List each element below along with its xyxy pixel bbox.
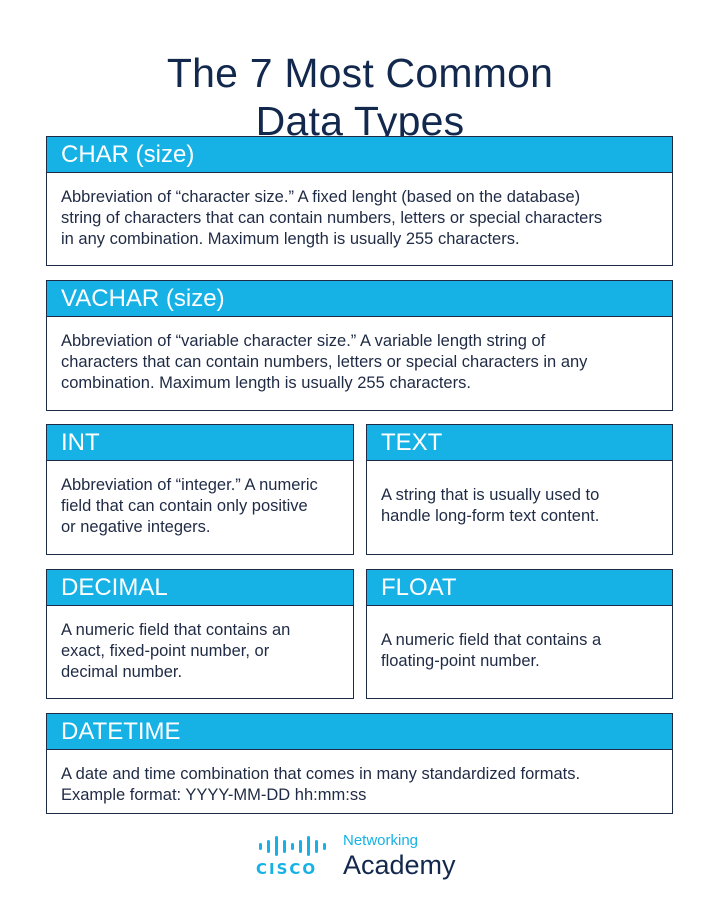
card-int-heading: INT — [47, 425, 353, 461]
card-decimal: DECIMAL A numeric field that contains an… — [46, 569, 354, 699]
card-varchar-description: Abbreviation of “variable character size… — [47, 317, 672, 394]
card-varchar-line: characters that can contain numbers, let… — [61, 353, 588, 371]
card-float-heading: FLOAT — [367, 570, 672, 606]
card-varchar-line: combination. Maximum length is usually 2… — [61, 374, 471, 392]
card-float-line: floating-point number. — [381, 652, 540, 670]
card-float-description: A numeric field that contains a floating… — [367, 606, 672, 696]
card-char: CHAR (size) Abbreviation of “character s… — [46, 136, 673, 266]
card-decimal-line: decimal number. — [61, 663, 183, 681]
card-text-line: handle long-form text content. — [381, 507, 600, 525]
cisco-networking-academy-logo: CISCO Networking Academy — [256, 832, 476, 882]
card-int-line: or negative integers. — [61, 518, 211, 536]
card-decimal-heading: DECIMAL — [47, 570, 353, 606]
card-int: INT Abbreviation of “integer.” A numeric… — [46, 424, 354, 555]
card-float-line: A numeric field that contains a — [381, 631, 602, 649]
page-title: The 7 Most Common Data Types — [0, 49, 720, 145]
card-text-description: A string that is usually used to handle … — [367, 461, 672, 551]
card-decimal-description: A numeric field that contains an exact, … — [47, 606, 353, 683]
card-char-line: Abbreviation of “character size.” A fixe… — [61, 188, 581, 206]
card-char-heading: CHAR (size) — [47, 137, 672, 173]
card-char-line: in any combination. Maximum length is us… — [61, 230, 520, 248]
card-varchar: VACHAR (size) Abbreviation of “variable … — [46, 280, 673, 411]
card-datetime-description: A date and time combination that comes i… — [47, 750, 672, 806]
card-datetime-line: Example format: YYYY-MM-DD hh:mm:ss — [61, 786, 367, 804]
card-float: FLOAT A numeric field that contains a fl… — [366, 569, 673, 699]
card-char-line: string of characters that can contain nu… — [61, 209, 603, 227]
card-text-heading: TEXT — [367, 425, 672, 461]
card-char-description: Abbreviation of “character size.” A fixe… — [47, 173, 672, 250]
logo-academy-text: Academy — [343, 850, 456, 880]
logo-networking-text: Networking — [343, 832, 419, 849]
title-line-1: The 7 Most Common — [166, 50, 554, 97]
card-decimal-line: exact, fixed-point number, or — [61, 642, 270, 660]
card-datetime-line: A date and time combination that comes i… — [61, 765, 581, 783]
card-varchar-heading: VACHAR (size) — [47, 281, 672, 317]
cisco-wordmark: CISCO — [256, 860, 318, 878]
card-datetime: DATETIME A date and time combination tha… — [46, 713, 673, 814]
card-text-line: A string that is usually used to — [381, 486, 600, 504]
card-decimal-line: A numeric field that contains an — [61, 621, 291, 639]
card-int-line: Abbreviation of “integer.” A numeric — [61, 476, 318, 494]
logo-text: Networking Academy — [343, 832, 456, 880]
cisco-bars-icon — [256, 836, 326, 856]
card-datetime-heading: DATETIME — [47, 714, 672, 750]
cisco-logo-mark: CISCO — [256, 836, 326, 882]
card-int-line: field that can contain only positive — [61, 497, 308, 515]
card-varchar-line: Abbreviation of “variable character size… — [61, 332, 546, 350]
card-text: TEXT A string that is usually used to ha… — [366, 424, 673, 555]
card-int-description: Abbreviation of “integer.” A numeric fie… — [47, 461, 353, 538]
